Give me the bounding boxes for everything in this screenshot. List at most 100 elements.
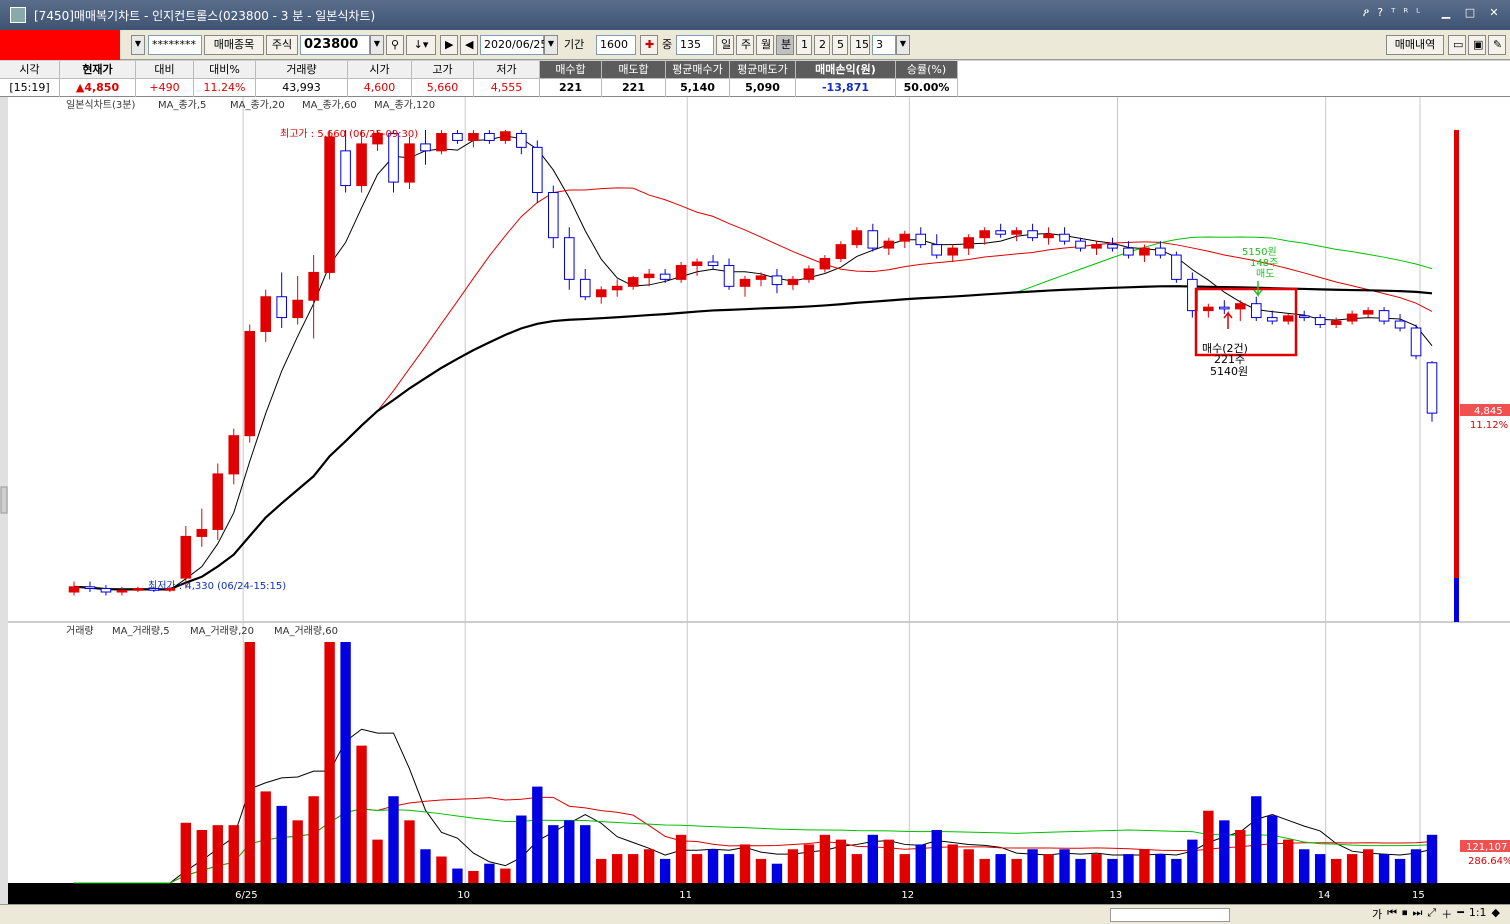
volume-bar bbox=[1059, 849, 1070, 883]
x-axis-label: 15 bbox=[1412, 890, 1425, 901]
volume-bar bbox=[771, 863, 783, 883]
code-input[interactable]: 023800 bbox=[300, 35, 370, 55]
volume-bar bbox=[452, 868, 463, 883]
current-price-pct: 11.12% bbox=[1470, 420, 1508, 431]
unit-week-button[interactable]: 주 bbox=[736, 35, 754, 55]
val-time: [15:19] bbox=[0, 79, 60, 97]
crosshair-icon[interactable]: ✚ bbox=[640, 35, 658, 55]
rewind-icon[interactable]: ⏮ bbox=[1387, 906, 1397, 922]
l-icon[interactable]: ᴸ bbox=[1416, 6, 1420, 20]
candle-body bbox=[1410, 327, 1422, 357]
open-folder-icon[interactable]: ▭ bbox=[1448, 35, 1466, 55]
volume-bar bbox=[1346, 854, 1358, 883]
trade-history-button[interactable]: 매매내역 bbox=[1386, 35, 1444, 55]
code-dropdown-icon[interactable]: ▼ bbox=[370, 35, 384, 55]
stock-type-button[interactable]: 주식 bbox=[266, 35, 298, 55]
candle-body bbox=[1282, 315, 1294, 322]
chart-area[interactable]: 6/25 10 11 12 13 14 15 일본식차트(3분) MA_종가,5 MA_종가… bbox=[0, 97, 1510, 924]
trade-item-button[interactable]: 매매종목 bbox=[204, 35, 264, 55]
back-icon[interactable]: ◀ bbox=[460, 35, 478, 55]
password-field[interactable]: ******** bbox=[148, 35, 202, 55]
volume-bar bbox=[1283, 839, 1294, 883]
hdr-change: 대비 bbox=[136, 61, 194, 79]
side-toggle-handle[interactable] bbox=[0, 486, 8, 514]
hdr-win-rate: 승률(%) bbox=[896, 61, 958, 79]
volume-bar bbox=[931, 829, 942, 883]
volume-bar bbox=[180, 822, 192, 883]
unit-2-button[interactable]: 2 bbox=[814, 35, 830, 55]
scroll-track[interactable] bbox=[1110, 908, 1230, 922]
account-dropdown-icon[interactable]: ▼ bbox=[131, 35, 145, 55]
unit-dropdown-icon[interactable]: ▼ bbox=[896, 35, 910, 55]
candle-body bbox=[356, 143, 367, 187]
settings-wrench-icon[interactable]: ✎ bbox=[1488, 35, 1506, 55]
candle-body bbox=[1171, 254, 1182, 280]
unit-month-button[interactable]: 월 bbox=[756, 35, 774, 55]
volume-bar bbox=[340, 642, 351, 883]
font-icon[interactable]: 가 bbox=[1372, 906, 1382, 922]
candle-body bbox=[867, 230, 879, 249]
volume-bar bbox=[1235, 829, 1246, 883]
volume-bar bbox=[1027, 849, 1038, 883]
candle-body bbox=[132, 588, 144, 591]
volume-bar bbox=[436, 856, 447, 883]
unit-value-input[interactable]: 3 bbox=[872, 35, 896, 55]
close-button[interactable]: ✕ bbox=[1484, 4, 1504, 22]
t-icon[interactable]: ᵀ bbox=[1391, 6, 1395, 20]
volume-bar bbox=[1410, 849, 1422, 883]
period-input[interactable]: 1600 bbox=[596, 35, 636, 55]
volume-bar bbox=[755, 858, 767, 883]
unit-minute-button[interactable]: 분 bbox=[776, 35, 794, 55]
unit-1-button[interactable]: 1 bbox=[796, 35, 812, 55]
hdr-time: 시각 bbox=[0, 61, 60, 79]
stop-icon[interactable]: ⏹ bbox=[1402, 906, 1408, 922]
middle-input[interactable]: 135 bbox=[676, 35, 714, 55]
candle-body bbox=[1426, 362, 1438, 414]
maximize-button[interactable]: □ bbox=[1460, 4, 1480, 22]
volume-bar bbox=[659, 858, 671, 883]
candle-body bbox=[484, 132, 495, 141]
buy-note-line3: 5140원 bbox=[1210, 365, 1248, 378]
val-avg-sell: 5,090 bbox=[730, 79, 796, 97]
candle-body bbox=[707, 261, 719, 266]
volume-bar bbox=[1187, 839, 1198, 883]
slider-thumb-icon[interactable]: ◆ bbox=[1492, 906, 1500, 922]
candle-body bbox=[516, 132, 527, 148]
val-sell-sum: 221 bbox=[602, 79, 666, 97]
date-input[interactable]: 2020/06/25 bbox=[480, 35, 547, 55]
unit-5-button[interactable]: 5 bbox=[832, 35, 848, 55]
zoom-out-icon[interactable]: ━ bbox=[1457, 906, 1464, 922]
unit-day-button[interactable]: 일 bbox=[716, 35, 734, 55]
candle-body bbox=[1362, 310, 1374, 315]
hdr-buy-sum: 매수합 bbox=[540, 61, 602, 79]
forward-icon[interactable]: ⏭ bbox=[1412, 906, 1422, 922]
minimize-button[interactable]: ▁ bbox=[1436, 4, 1456, 22]
question-icon[interactable]: ? bbox=[1377, 6, 1383, 20]
date-dropdown-icon[interactable]: ▼ bbox=[544, 35, 558, 55]
volume-bar bbox=[532, 786, 543, 883]
fit-icon[interactable]: ⤢ bbox=[1427, 906, 1436, 922]
candle-body bbox=[803, 268, 815, 280]
val-pnl: -13,871 bbox=[796, 79, 896, 97]
hdr-change-pct: 대비% bbox=[194, 61, 256, 79]
sort-icon[interactable]: ↓▾ bbox=[406, 35, 436, 55]
zoom-in-icon[interactable]: ＋ bbox=[1441, 906, 1452, 922]
sell-note-line3: 매도 bbox=[1256, 268, 1274, 280]
search-icon[interactable]: ⚲ bbox=[386, 35, 404, 55]
play-icon[interactable]: ▶ bbox=[440, 35, 458, 55]
hdr-open: 시가 bbox=[348, 61, 412, 79]
volume-bar bbox=[851, 854, 863, 883]
zoom-reset-button[interactable]: 1:1 bbox=[1469, 906, 1487, 922]
unit-15-button[interactable]: 15 bbox=[850, 35, 870, 55]
volume-bar bbox=[1091, 854, 1102, 883]
volume-bar bbox=[1314, 854, 1326, 883]
help-small-icon[interactable]: ዖ bbox=[1363, 6, 1369, 20]
r-icon[interactable]: ᴿ bbox=[1403, 6, 1408, 20]
title-bar: [7450]매매복기차트 - 인지컨트롤스(023800 - 3 분 - 일본식… bbox=[0, 0, 1510, 30]
chart-svg[interactable]: 6/25 10 11 12 13 14 15 일본식차트(3분) MA_종가,5 MA_종가… bbox=[0, 97, 1510, 904]
candle-body bbox=[420, 143, 431, 152]
volume-bar bbox=[883, 839, 894, 883]
candle-body bbox=[1107, 244, 1118, 249]
candle-body bbox=[1298, 315, 1310, 319]
save-icon[interactable]: ▣ bbox=[1468, 35, 1486, 55]
